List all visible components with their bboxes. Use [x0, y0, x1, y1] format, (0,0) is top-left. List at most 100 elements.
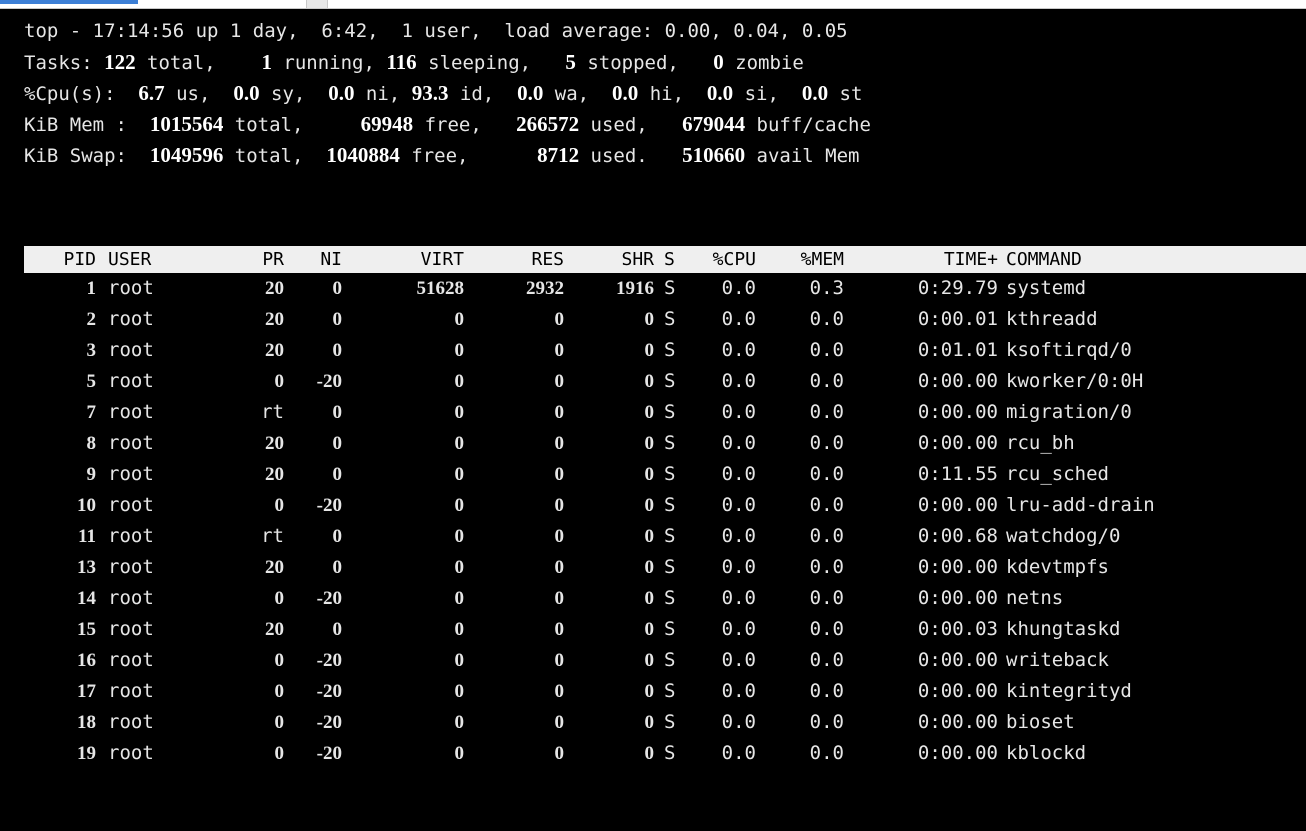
cell-cpu: 0.0 [721, 525, 756, 547]
tasks-total: 122 [104, 50, 136, 74]
cell-pr: 20 [265, 433, 284, 454]
cell-pr: 0 [274, 650, 285, 671]
cell-mem: 0.0 [809, 556, 844, 578]
header-user[interactable]: USER [108, 246, 188, 273]
header-virt[interactable]: VIRT [376, 246, 464, 273]
cpu-hi-label: hi, [638, 83, 685, 105]
cell-time: 0:00.00 [917, 556, 998, 578]
cell-s: S [664, 587, 676, 609]
cell-mem: 0.0 [809, 618, 844, 640]
header-time[interactable]: TIME+ [870, 246, 998, 273]
cell-command: lru-add-drain [1006, 494, 1155, 516]
cell-pid: 15 [77, 619, 96, 640]
header-command[interactable]: COMMAND [1006, 246, 1206, 273]
cell-s: S [664, 742, 676, 764]
cell-pid: 19 [77, 743, 96, 764]
cell-shr: 0 [644, 495, 655, 516]
cell-shr: 0 [644, 464, 655, 485]
cell-res: 0 [554, 588, 565, 609]
cell-pr: 0 [274, 681, 285, 702]
cell-time: 0:00.00 [917, 370, 998, 392]
cell-user: root [108, 525, 154, 547]
cell-pr: 0 [274, 495, 285, 516]
cell-shr: 0 [644, 340, 655, 361]
cell-cpu: 0.0 [721, 494, 756, 516]
header-pr[interactable]: PR [232, 246, 284, 273]
header-res[interactable]: RES [480, 246, 564, 273]
cell-s: S [664, 525, 676, 547]
cell-virt: 0 [454, 557, 465, 578]
cell-pr: 20 [265, 557, 284, 578]
cell-shr: 0 [644, 309, 655, 330]
cell-time: 0:11.55 [917, 463, 998, 485]
active-tab-indicator[interactable] [0, 0, 138, 4]
cell-mem: 0.0 [809, 308, 844, 330]
cell-user: root [108, 339, 154, 361]
cell-virt: 0 [454, 402, 465, 423]
cell-pr: 20 [265, 309, 284, 330]
cpu-us-label: us, [164, 83, 211, 105]
cell-pid: 1 [86, 278, 97, 299]
tasks-zombie-label: zombie [723, 52, 804, 74]
terminal-screen[interactable]: top - 17:14:56 up 1 day, 6:42, 1 user, l… [0, 9, 1306, 831]
header-shr[interactable]: SHR [580, 246, 654, 273]
cell-mem: 0.3 [809, 277, 844, 299]
cell-ni: -20 [316, 588, 342, 609]
header-ni[interactable]: NI [290, 246, 342, 273]
cell-cpu: 0.0 [721, 742, 756, 764]
cell-ni: 0 [332, 340, 343, 361]
cell-user: root [108, 463, 154, 485]
cell-time: 0:00.00 [917, 401, 998, 423]
swap-total-label: total, [223, 145, 304, 167]
cell-mem: 0.0 [809, 587, 844, 609]
cell-user: root [108, 680, 154, 702]
tasks-sleeping-label: sleeping, [416, 52, 532, 74]
cell-pid: 3 [86, 340, 97, 361]
cell-s: S [664, 370, 676, 392]
cpu-si: 0.0 [706, 81, 734, 105]
cell-user: root [108, 401, 154, 423]
swap-free-label: free, [399, 145, 469, 167]
cpu-si-label: si, [733, 83, 779, 105]
cell-res: 0 [554, 650, 565, 671]
cpu-hi: 0.0 [612, 81, 639, 105]
tasks-zombie: 0 [713, 50, 724, 74]
cell-res: 0 [554, 371, 565, 392]
cell-pid: 16 [77, 650, 96, 671]
cell-command: kworker/0:0H [1006, 370, 1144, 392]
cell-shr: 0 [644, 402, 655, 423]
cell-shr: 1916 [616, 278, 654, 299]
uptime-line: top - 17:14:56 up 1 day, 6:42, 1 user, l… [24, 20, 848, 42]
cell-virt: 0 [454, 433, 465, 454]
cpu-sy: 0.0 [233, 81, 260, 105]
header-state[interactable]: S [664, 246, 684, 273]
header-pid[interactable]: PID [36, 246, 96, 273]
swap-label: KiB Swap: [24, 145, 127, 167]
tab-separator [306, 0, 328, 8]
cell-pid: 18 [77, 712, 96, 733]
cell-virt: 0 [454, 619, 465, 640]
cell-pr: rt [261, 401, 284, 423]
cell-pr: 0 [274, 371, 285, 392]
cell-command: systemd [1006, 277, 1087, 299]
cell-command: migration/0 [1006, 401, 1132, 423]
cell-command: kblockd [1006, 742, 1087, 764]
cell-mem: 0.0 [809, 463, 844, 485]
cell-time: 0:00.00 [917, 494, 998, 516]
cell-virt: 0 [454, 340, 465, 361]
cell-time: 0:00.00 [917, 742, 998, 764]
cell-virt: 51628 [416, 278, 465, 299]
header-mem[interactable]: %MEM [762, 246, 844, 273]
cell-time: 0:00.00 [917, 711, 998, 733]
cell-ni: 0 [332, 526, 343, 547]
cell-time: 0:00.03 [917, 618, 998, 640]
swap-used: 8712 [537, 143, 580, 167]
cell-res: 0 [554, 526, 565, 547]
cell-mem: 0.0 [809, 339, 844, 361]
cell-cpu: 0.0 [721, 649, 756, 671]
cell-mem: 0.0 [809, 711, 844, 733]
header-cpu[interactable]: %CPU [684, 246, 756, 273]
mem-used-label: used, [579, 114, 648, 136]
cell-res: 0 [554, 557, 565, 578]
cell-pid: 2 [86, 309, 97, 330]
